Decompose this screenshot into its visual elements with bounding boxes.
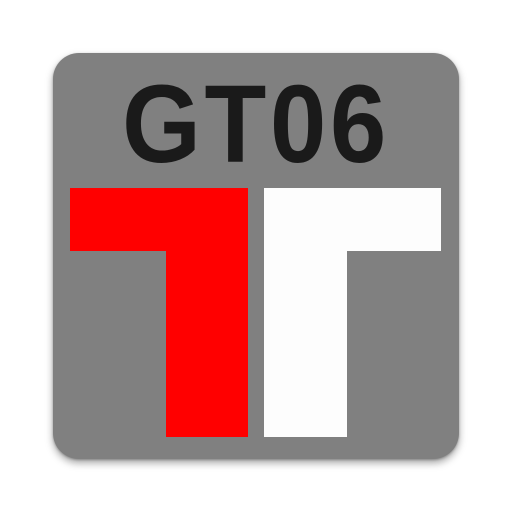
red-bar-stem bbox=[166, 188, 248, 437]
white-bar-stem bbox=[264, 188, 347, 437]
app-title: GT06 bbox=[122, 63, 390, 186]
canvas: GT06 bbox=[0, 0, 512, 512]
